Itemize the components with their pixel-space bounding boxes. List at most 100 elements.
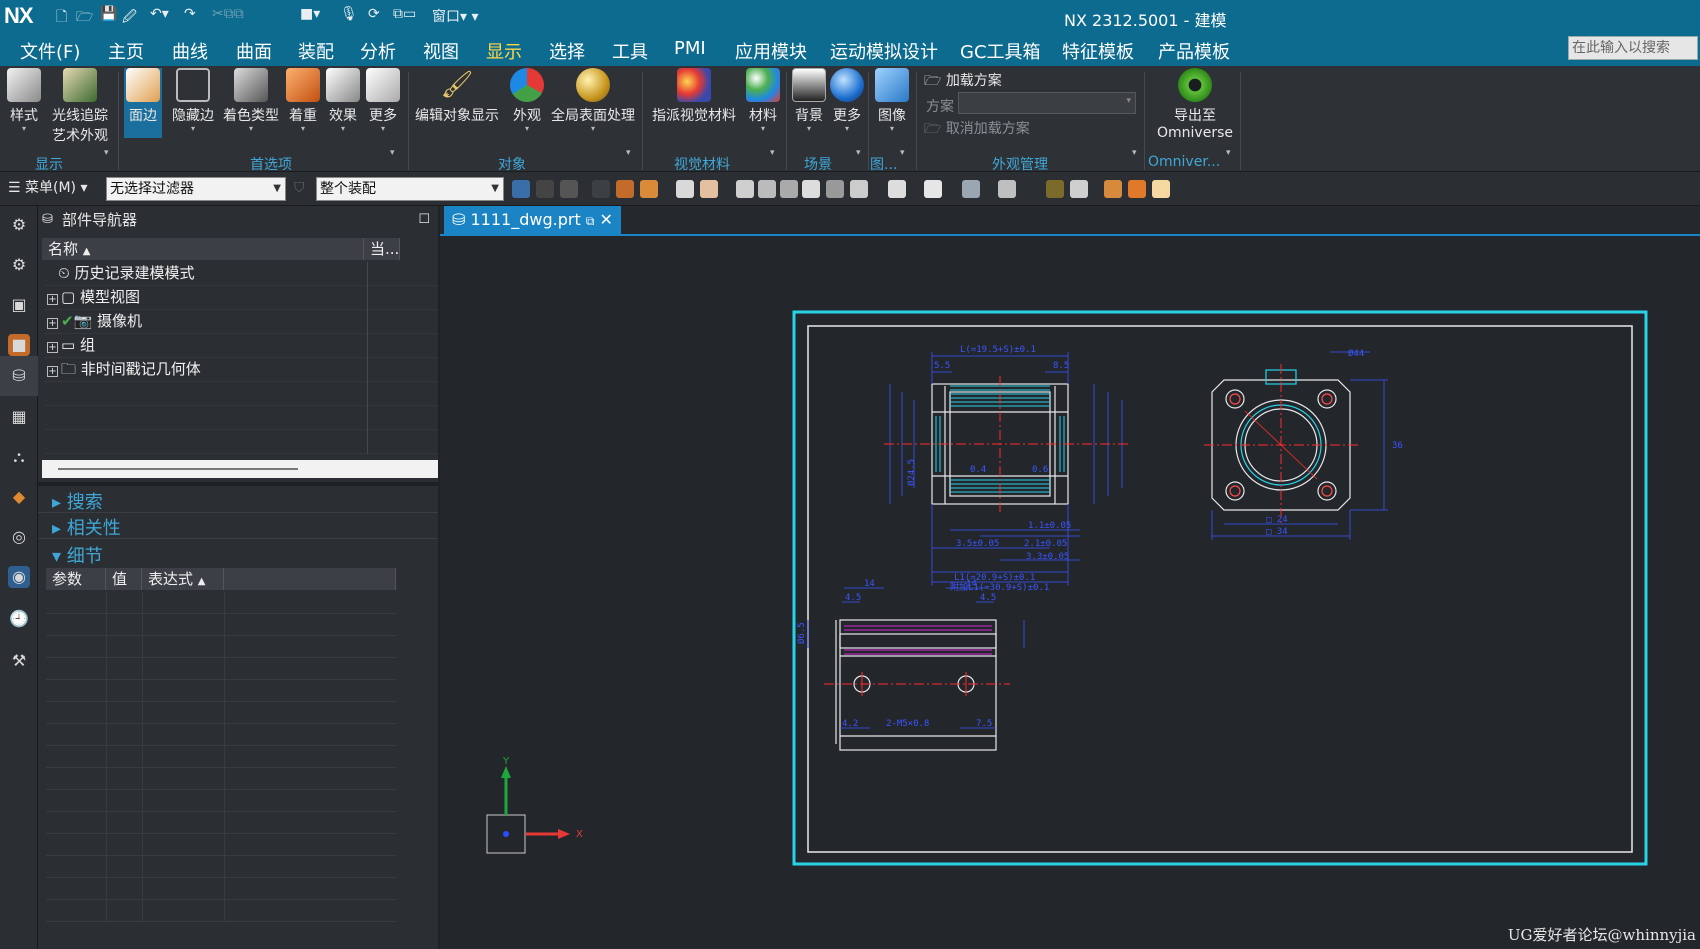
group-preferences-expand[interactable]: ▾ xyxy=(390,148,395,158)
document-tab[interactable]: ⛁ 1111_dwg.prt ⧉ ✕ xyxy=(444,206,621,234)
roles-icon[interactable]: ⚒ xyxy=(8,650,30,672)
settings-icon[interactable]: ⚙ xyxy=(8,214,30,236)
section-dependency[interactable]: ▸ 相关性 xyxy=(52,514,121,540)
tree-item-model-views[interactable]: + ▢ 模型视图 xyxy=(44,286,438,310)
filter-reset-icon[interactable]: ⛉ xyxy=(294,178,305,200)
render-style-icon[interactable] xyxy=(888,180,906,198)
tab-analysis[interactable]: 分析 xyxy=(360,38,396,64)
raytrace-button[interactable]: 光线追踪 艺术外观 xyxy=(48,68,112,145)
more-button-2[interactable]: 更多 ▾ xyxy=(830,68,864,133)
tab-motion[interactable]: 运动模拟设计 xyxy=(830,38,938,64)
reuse-library-icon[interactable]: ▦ xyxy=(8,406,30,428)
group-scene-expand[interactable]: ▾ xyxy=(856,148,861,158)
measure-icon[interactable] xyxy=(1104,180,1122,198)
select-feature-icon[interactable] xyxy=(512,180,530,198)
new-file-icon[interactable]: 🗋 xyxy=(56,6,67,30)
tab-product-template[interactable]: 产品模板 xyxy=(1158,38,1230,64)
selection-filter-select[interactable]: 无选择过滤器 ▼ xyxy=(106,177,286,201)
repeat-command-icon[interactable]: ⟳ xyxy=(368,6,380,22)
shaded-icon[interactable] xyxy=(924,180,942,198)
tab-gc-toolkit[interactable]: GC工具箱 xyxy=(960,38,1041,64)
history-icon[interactable]: 🕘 xyxy=(8,608,30,630)
brush-small-icon[interactable] xyxy=(1046,180,1064,198)
group-image-expand[interactable]: ▾ xyxy=(900,148,905,158)
tree-item-history-mode[interactable]: ⏲ 历史记录建模模式 xyxy=(44,262,438,286)
tab-select[interactable]: 选择 xyxy=(549,38,585,64)
tab-surface[interactable]: 曲面 xyxy=(236,38,272,64)
pan-icon[interactable] xyxy=(802,180,820,198)
section-icon[interactable] xyxy=(962,180,980,198)
splitter[interactable] xyxy=(38,482,438,486)
appearance-button[interactable]: 外观 ▾ xyxy=(508,68,546,133)
history-palette-icon[interactable]: ◎ xyxy=(8,526,30,548)
redo-icon[interactable]: ↷ xyxy=(184,6,196,22)
expand-icon[interactable]: + xyxy=(47,366,58,377)
part-navigator-icon[interactable]: ⛁ xyxy=(0,356,38,396)
select-component-icon[interactable] xyxy=(616,180,634,198)
note-icon[interactable] xyxy=(1152,180,1170,198)
gears-icon[interactable]: ⚙ xyxy=(8,254,30,276)
view-cube-icon[interactable] xyxy=(676,180,694,198)
group-display-expand[interactable]: ▾ xyxy=(104,148,109,158)
snap-icon[interactable] xyxy=(592,180,610,198)
tab-application[interactable]: 应用模块 xyxy=(735,38,807,64)
assembly-navigator-icon[interactable]: ▣ xyxy=(8,294,30,316)
tab-display[interactable]: 显示 xyxy=(486,38,522,69)
expand-icon[interactable]: + xyxy=(47,318,58,329)
load-scheme-button[interactable]: 🗁 加载方案 xyxy=(924,70,1002,94)
tab-view[interactable]: 视图 xyxy=(423,38,459,64)
section-search[interactable]: ▸ 搜索 xyxy=(52,488,103,514)
tab-curve[interactable]: 曲线 xyxy=(172,38,208,64)
fit-icon[interactable] xyxy=(736,180,754,198)
assembly-scope-select[interactable]: 整个装配 ▼ xyxy=(316,177,504,201)
expand-icon[interactable]: + xyxy=(47,294,58,305)
close-icon[interactable]: ✕ xyxy=(599,210,612,229)
style-button[interactable]: 样式 ▾ xyxy=(4,68,44,133)
group-omniverse-expand[interactable]: ▾ xyxy=(1226,148,1231,158)
graphics-window[interactable]: L(=19.5+S)±0.1 8.5 5.5 Ø24.5 0.4 0.6 1.1… xyxy=(440,236,1700,949)
details-col-value[interactable]: 值 xyxy=(106,568,142,590)
tree-item-cameras[interactable]: + ✔📷 摄像机 xyxy=(44,310,438,334)
face-edge-button[interactable]: 面边 xyxy=(124,68,162,138)
global-surface-button[interactable]: 全局表面处理 ▾ xyxy=(550,68,636,133)
tab-tools[interactable]: 工具 xyxy=(612,38,648,64)
window-menu[interactable]: 窗口▾ ▾ xyxy=(432,6,479,26)
tree-item-unstamped-geometry[interactable]: + 🗀 非时间戳记几何体 xyxy=(44,358,438,382)
hd3d-icon[interactable]: ⛬ xyxy=(8,446,30,468)
tab-home[interactable]: 主页 xyxy=(108,38,144,64)
horizontal-scrollbar[interactable] xyxy=(42,460,438,478)
group-object-expand[interactable]: ▾ xyxy=(626,148,631,158)
process-studio-icon[interactable]: ◉ xyxy=(8,566,30,588)
column-name[interactable]: 名称 ▲ xyxy=(42,238,364,260)
cut-icon[interactable]: ✂⧉⧉ xyxy=(212,6,244,22)
color-icon[interactable]: ■▾ xyxy=(300,6,320,22)
layer-icon[interactable] xyxy=(998,180,1016,198)
view-cube-alt-icon[interactable] xyxy=(700,180,718,198)
detach-icon[interactable]: ⧉ xyxy=(586,214,595,228)
tab-pmi[interactable]: PMI xyxy=(674,38,706,59)
export-omniverse-button[interactable]: 导出至 Omniverse xyxy=(1152,68,1238,141)
background-button[interactable]: 背景 ▾ xyxy=(792,68,826,133)
section-details[interactable]: ▾ 细节 xyxy=(52,542,103,568)
perspective-icon[interactable] xyxy=(826,180,844,198)
shading-type-button[interactable]: 着色类型 ▾ xyxy=(222,68,280,133)
unload-scheme-button[interactable]: 🗁 取消加载方案 xyxy=(924,118,1030,142)
tree-item-groups[interactable]: + ▭ 组 xyxy=(44,334,438,358)
group-appearance-mgmt-expand[interactable]: ▾ xyxy=(1132,148,1137,158)
menu-file[interactable]: 文件(F) xyxy=(20,38,80,64)
image-button[interactable]: 图像 ▾ xyxy=(874,68,910,133)
details-col-expression[interactable]: 表达式 ▲ xyxy=(142,568,224,590)
orient-icon[interactable] xyxy=(850,180,868,198)
rotate-icon[interactable] xyxy=(780,180,798,198)
more-button-1[interactable]: 更多 ▾ xyxy=(366,68,400,133)
microphone-icon[interactable]: 🎙 xyxy=(340,6,358,22)
group-visual-material-expand[interactable]: ▾ xyxy=(770,148,775,158)
analysis-icon[interactable] xyxy=(1128,180,1146,198)
open-file-icon[interactable]: 🗁 xyxy=(76,6,93,30)
maximize-icon[interactable]: ☐ xyxy=(418,206,430,234)
menu-button[interactable]: ☰ 菜单(M) ▾ xyxy=(8,178,88,200)
select-body-icon[interactable] xyxy=(560,180,578,198)
pencil-icon[interactable] xyxy=(1070,180,1088,198)
expand-icon[interactable]: + xyxy=(47,342,58,353)
assign-visual-material-button[interactable]: 指派视觉材料 xyxy=(650,68,738,125)
